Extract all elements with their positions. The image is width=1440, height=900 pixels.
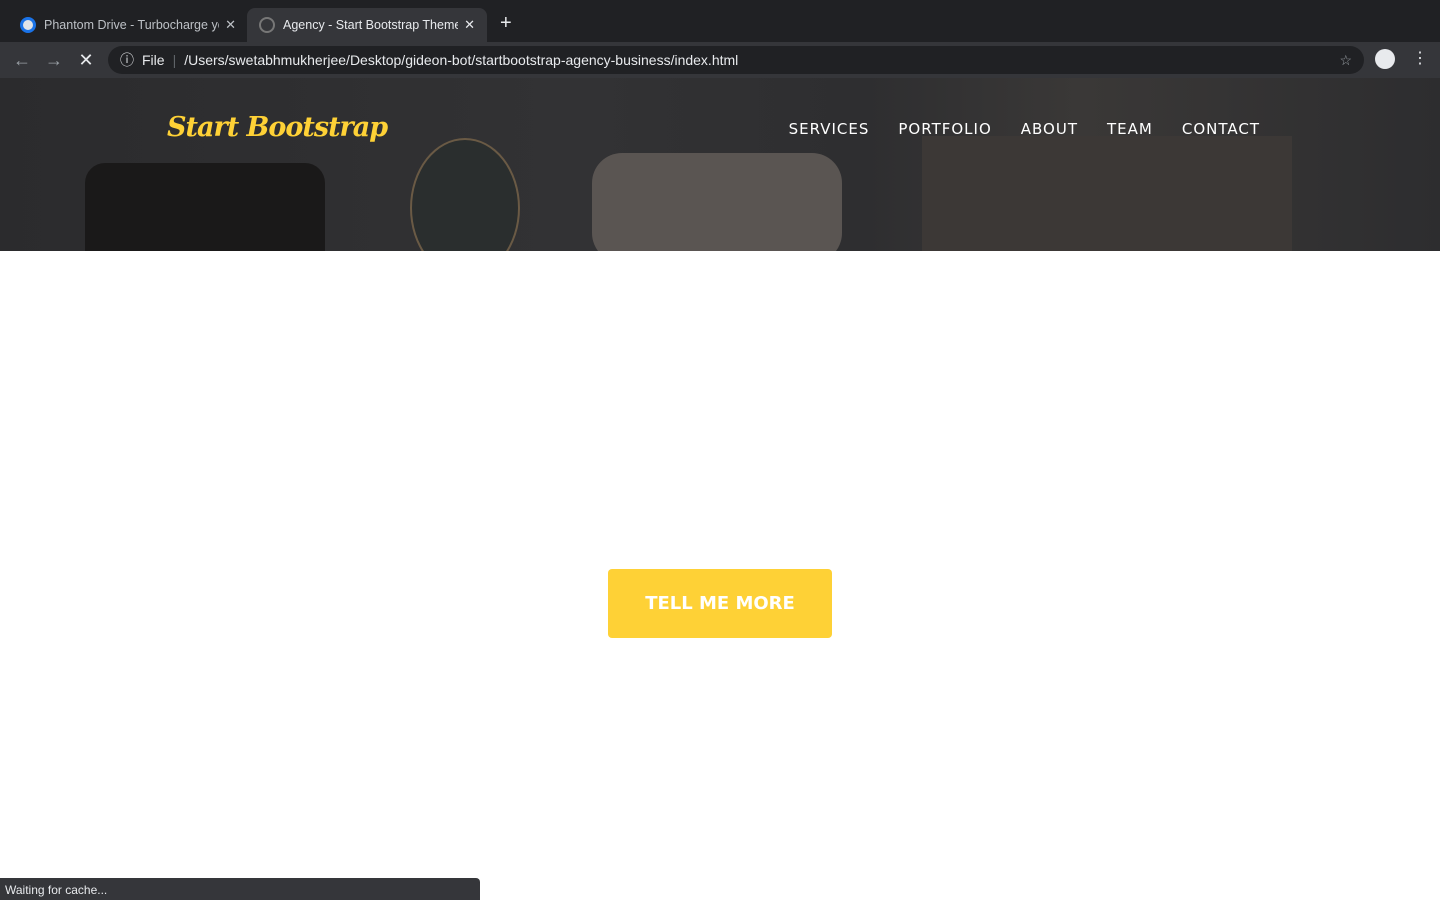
address-bar[interactable]: ⓘ File | /Users/swetabhmukherjee/Desktop…	[108, 46, 1364, 74]
bowtie-image	[592, 153, 842, 251]
divider: |	[172, 52, 177, 68]
tab-bar: Phantom Drive - Turbocharge your ✕ Agenc…	[0, 0, 1440, 42]
menu-kebab-icon[interactable]: ⋮	[1412, 48, 1428, 68]
bookmark-star-icon[interactable]: ☆	[1339, 52, 1352, 69]
wallet-image	[85, 163, 325, 251]
notebook-image	[922, 136, 1292, 251]
file-label: File	[142, 52, 165, 68]
nav-contact[interactable]: CONTACT	[1182, 120, 1260, 138]
new-tab-icon[interactable]: +	[500, 12, 512, 35]
tab-phantom-drive[interactable]: Phantom Drive - Turbocharge your ✕	[8, 8, 248, 42]
tab-title: Agency - Start Bootstrap Theme	[283, 18, 459, 32]
tab-agency[interactable]: Agency - Start Bootstrap Theme ✕	[247, 8, 487, 42]
header-hero: Start Bootstrap SERVICES PORTFOLIO ABOUT…	[0, 78, 1440, 251]
loading-favicon-icon	[259, 17, 275, 33]
forward-icon[interactable]: →	[38, 50, 70, 71]
tell-me-more-button[interactable]: TELL ME MORE	[608, 569, 832, 638]
browser-toolbar: ← → ✕ ⓘ File | /Users/swetabhmukherjee/D…	[0, 42, 1440, 78]
close-tab-icon[interactable]: ✕	[464, 17, 475, 33]
info-icon[interactable]: ⓘ	[120, 50, 134, 70]
close-tab-icon[interactable]: ✕	[225, 17, 236, 33]
url-text[interactable]: /Users/swetabhmukherjee/Desktop/gideon-b…	[184, 52, 738, 68]
nav-team[interactable]: TEAM	[1107, 120, 1153, 138]
nav-portfolio[interactable]: PORTFOLIO	[898, 120, 991, 138]
main-nav: SERVICES PORTFOLIO ABOUT TEAM CONTACT	[789, 120, 1260, 138]
brand-logo[interactable]: Start Bootstrap	[167, 112, 388, 143]
status-bar: Waiting for cache...	[0, 878, 480, 900]
nav-services[interactable]: SERVICES	[789, 120, 870, 138]
profile-icon[interactable]	[1375, 49, 1395, 69]
nav-about[interactable]: ABOUT	[1021, 120, 1078, 138]
back-icon[interactable]: ←	[6, 50, 38, 71]
sunglasses-image	[410, 138, 520, 251]
favicon-icon	[20, 17, 36, 33]
tab-title: Phantom Drive - Turbocharge your	[44, 18, 220, 32]
stop-loading-icon[interactable]: ✕	[70, 50, 102, 71]
